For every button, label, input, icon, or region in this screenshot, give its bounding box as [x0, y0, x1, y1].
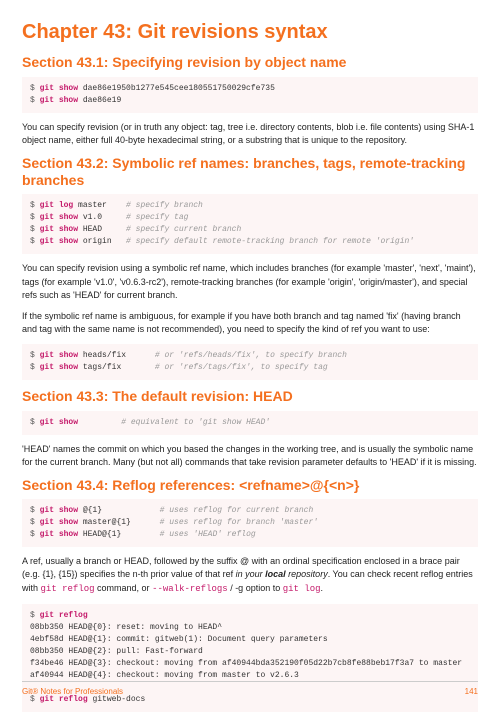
section-1-title: Section 43.1: Specifying revision by obj…	[22, 54, 478, 71]
section-3-p1: 'HEAD' names the commit on which you bas…	[22, 443, 478, 469]
section-4-p1: A ref, usually a branch or HEAD, followe…	[22, 555, 478, 595]
chapter-title: Chapter 43: Git revisions syntax	[22, 18, 478, 46]
section-2-title: Section 43.2: Symbolic ref names: branch…	[22, 155, 478, 189]
section-1-p1: You can specify revision (or in truth an…	[22, 121, 478, 147]
code-block-2a: $ git log master # specify branch $ git …	[22, 194, 478, 254]
footer-page-number: 141	[465, 686, 478, 697]
code-block-2b: $ git show heads/fix # or 'refs/heads/fi…	[22, 344, 478, 380]
code-block-3: $ git show # equivalent to 'git show HEA…	[22, 411, 478, 435]
page-footer: Git® Notes for Professionals 141	[22, 681, 478, 697]
section-2-p1: You can specify revision using a symboli…	[22, 262, 478, 301]
code-block-1: $ git show dae86e1950b1277e545cee1805517…	[22, 77, 478, 113]
code-block-4a: $ git show @{1} # uses reflog for curren…	[22, 499, 478, 547]
section-2-p2: If the symbolic ref name is ambiguous, f…	[22, 310, 478, 336]
section-4-title: Section 43.4: Reflog references: <refnam…	[22, 477, 478, 494]
footer-left: Git® Notes for Professionals	[22, 686, 123, 697]
inline-code-gitlog: git log	[283, 584, 321, 594]
inline-code-reflog: git reflog	[41, 584, 95, 594]
section-3-title: Section 43.3: The default revision: HEAD	[22, 388, 478, 405]
inline-code-walk: --walk-reflogs	[152, 584, 228, 594]
